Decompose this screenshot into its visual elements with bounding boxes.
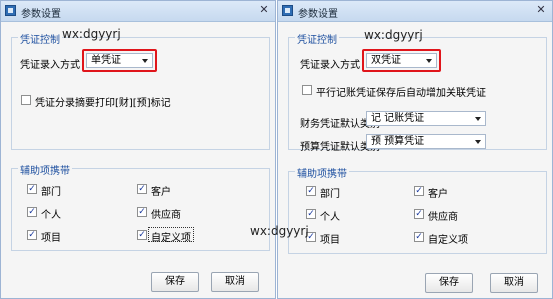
- entry-mode-label: 凭证录入方式: [20, 60, 80, 71]
- entry-mode-select[interactable]: 双凭证: [366, 53, 437, 68]
- individual-checkbox[interactable]: ✓: [27, 207, 37, 217]
- close-icon[interactable]: ✕: [257, 3, 271, 17]
- budget-default-select[interactable]: 预 预算凭证: [366, 134, 486, 149]
- chevron-down-icon: [475, 117, 481, 121]
- project-label: 项目: [320, 235, 340, 246]
- entry-mode-value: 双凭证: [371, 55, 401, 66]
- dept-label: 部门: [320, 189, 340, 200]
- group-title: 凭证控制: [18, 31, 62, 46]
- project-label: 项目: [41, 233, 61, 244]
- dept-label: 部门: [41, 187, 61, 198]
- watermark-text: wx:dgyyrj: [364, 28, 423, 42]
- custom-item-checkbox[interactable]: ✓: [414, 232, 424, 242]
- print-option-checkbox[interactable]: [21, 95, 31, 105]
- cancel-button[interactable]: 取消: [490, 273, 538, 293]
- watermark-text: wx:dgyyrj: [250, 224, 309, 238]
- chevron-down-icon: [142, 59, 148, 63]
- print-option-label: 凭证分录摘要打印[财][预]标记: [35, 98, 171, 109]
- customer-checkbox[interactable]: ✓: [137, 184, 147, 194]
- entry-mode-select[interactable]: 单凭证: [86, 53, 153, 68]
- supplier-checkbox[interactable]: ✓: [137, 207, 147, 217]
- supplier-label: 供应商: [428, 212, 458, 223]
- right-titlebar: 参数设置 ✕: [278, 1, 552, 22]
- customer-label: 客户: [428, 189, 448, 200]
- individual-label: 个人: [41, 210, 61, 221]
- group-title: 辅助项携带: [18, 162, 72, 177]
- entry-mode-value: 单凭证: [91, 55, 121, 66]
- parallel-option-label: 平行记账凭证保存后自动增加关联凭证: [316, 88, 486, 99]
- supplier-label: 供应商: [151, 210, 181, 221]
- chevron-down-icon: [475, 140, 481, 144]
- close-icon[interactable]: ✕: [534, 3, 548, 17]
- budget-default-value: 预 预算凭证: [371, 136, 425, 147]
- individual-label: 个人: [320, 212, 340, 223]
- customer-checkbox[interactable]: ✓: [414, 186, 424, 196]
- save-button[interactable]: 保存: [425, 273, 473, 293]
- fin-default-select[interactable]: 记 记账凭证: [366, 111, 486, 126]
- watermark-text: wx:dgyyrj: [62, 27, 121, 41]
- supplier-checkbox[interactable]: ✓: [414, 209, 424, 219]
- cancel-button[interactable]: 取消: [211, 272, 259, 292]
- fin-default-value: 记 记账凭证: [371, 113, 425, 124]
- parallel-option-checkbox[interactable]: [302, 85, 312, 95]
- app-icon: [282, 5, 293, 16]
- custom-item-checkbox[interactable]: ✓: [137, 230, 147, 240]
- save-button[interactable]: 保存: [151, 272, 199, 292]
- custom-item-label: 自定义项: [151, 233, 191, 244]
- chevron-down-icon: [426, 59, 432, 63]
- left-dialog: 参数设置 ✕ 凭证控制 凭证录入方式 单凭证 凭证分录摘要打印[财][预]标记 …: [0, 0, 276, 299]
- individual-checkbox[interactable]: ✓: [306, 209, 316, 219]
- group-title: 辅助项携带: [295, 165, 349, 180]
- customer-label: 客户: [151, 187, 171, 198]
- dept-checkbox[interactable]: ✓: [306, 186, 316, 196]
- left-titlebar: 参数设置 ✕: [1, 1, 275, 22]
- right-dialog-title: 参数设置: [298, 9, 338, 20]
- right-dialog: 参数设置 ✕ 凭证控制 凭证录入方式 双凭证 平行记账凭证保存后自动增加关联凭证…: [277, 0, 553, 299]
- project-checkbox[interactable]: ✓: [27, 230, 37, 240]
- group-title: 凭证控制: [295, 31, 339, 46]
- entry-mode-label: 凭证录入方式: [300, 60, 360, 71]
- dept-checkbox[interactable]: ✓: [27, 184, 37, 194]
- left-dialog-title: 参数设置: [21, 9, 61, 20]
- custom-item-label: 自定义项: [428, 235, 468, 246]
- app-icon: [5, 5, 16, 16]
